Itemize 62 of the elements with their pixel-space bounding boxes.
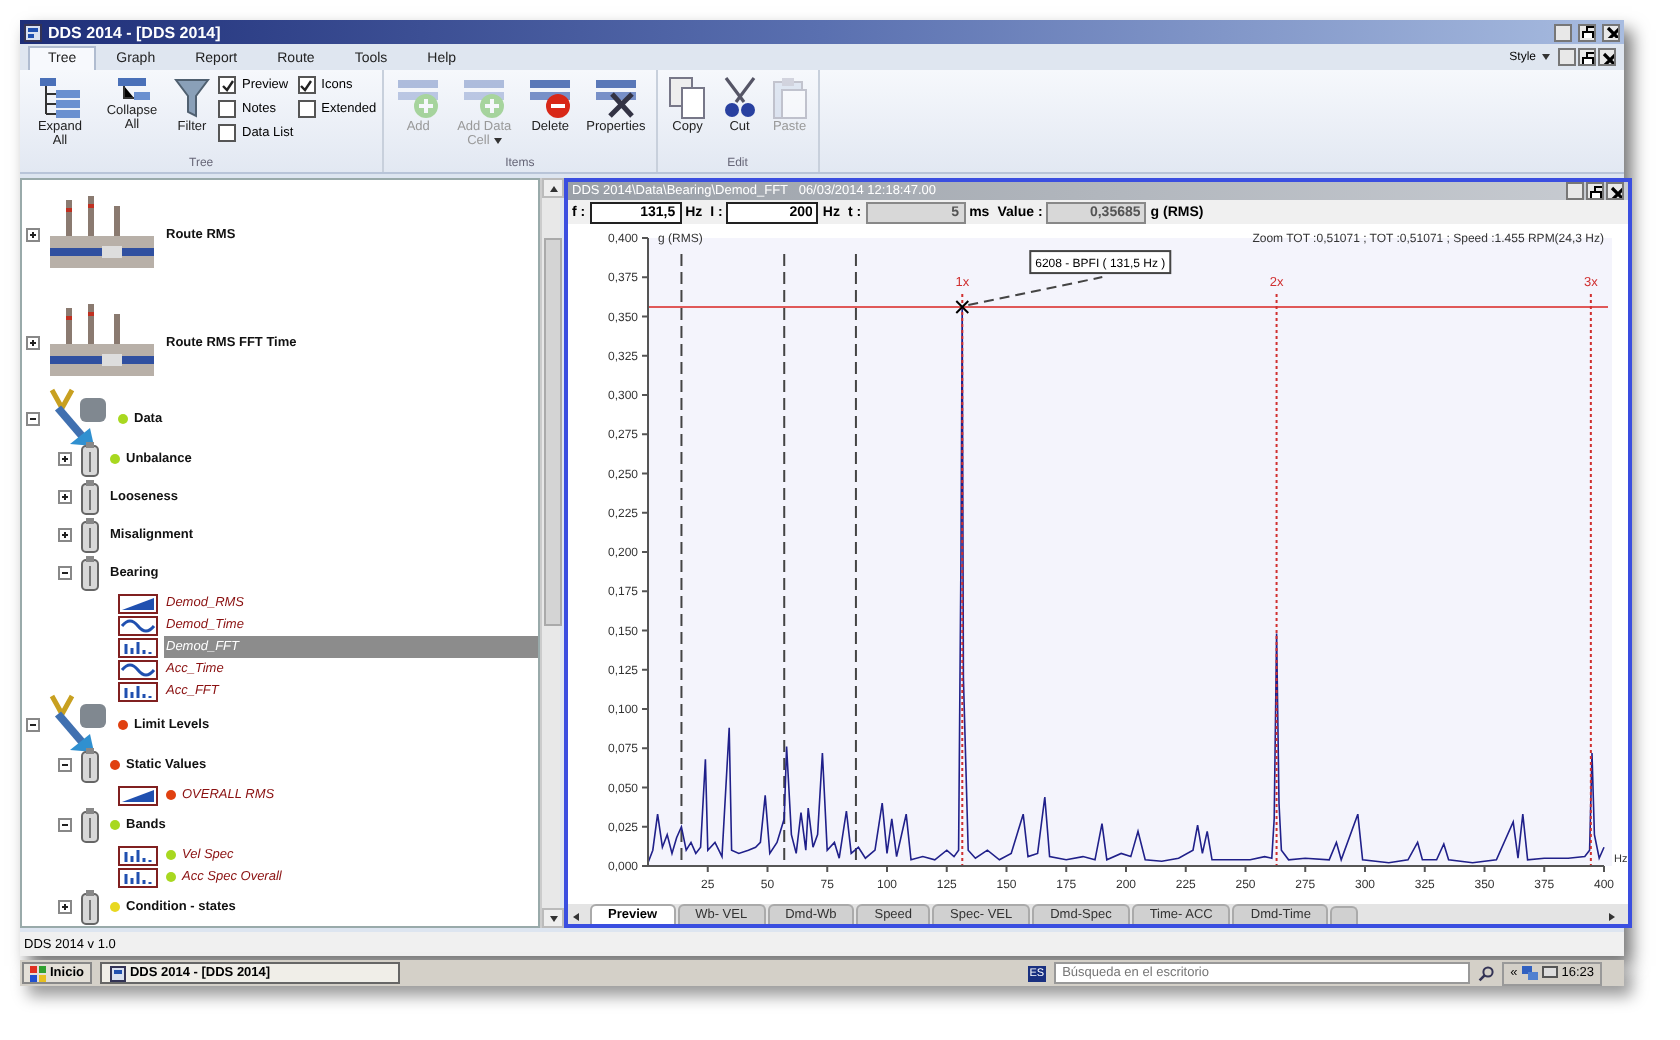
plus-icon[interactable]: [58, 528, 72, 542]
copy-icon: [667, 76, 708, 120]
plus-icon[interactable]: [26, 227, 40, 241]
minimize-button[interactable]: [1566, 182, 1584, 201]
spectrum-icon: [118, 681, 158, 701]
factory-icon: [46, 304, 158, 380]
sensor-icon: [78, 441, 102, 477]
caret-icon: [493, 137, 502, 144]
spectrum-icon: [118, 867, 158, 887]
sensor-icon: [78, 479, 102, 515]
app-icon: [109, 965, 126, 981]
cursor-marker-icon: [955, 300, 970, 315]
machine-icon: [46, 388, 110, 448]
plus-icon[interactable]: [58, 490, 72, 504]
scissors-icon: [719, 76, 760, 120]
search-icon[interactable]: [1478, 965, 1495, 981]
restore-button[interactable]: [1578, 48, 1596, 66]
sensor-icon: [78, 555, 102, 591]
tools-icon: [591, 76, 640, 120]
minus-icon[interactable]: [26, 717, 40, 731]
waveform-icon: [118, 615, 158, 635]
clipboard-icon: [771, 76, 808, 120]
spectrum-icon: [118, 637, 158, 657]
trend-chart-icon: [118, 593, 158, 613]
plus-icon[interactable]: [58, 452, 72, 466]
funnel-icon: [174, 76, 210, 120]
sensor-icon: [78, 807, 102, 843]
trend-chart-icon: [118, 785, 158, 805]
minus-icon[interactable]: [26, 411, 40, 425]
scrollbar[interactable]: [540, 178, 560, 928]
window-title: DDS 2014 - [DDS 2014]: [48, 23, 223, 41]
minus-icon[interactable]: [58, 566, 72, 580]
restore-button[interactable]: [1578, 23, 1596, 41]
tree-list-icon: [38, 76, 82, 120]
checkbox[interactable]: [218, 124, 236, 142]
network-icon[interactable]: [1521, 966, 1538, 980]
plus-icon[interactable]: [58, 900, 72, 914]
sensor-icon: [78, 889, 102, 925]
delete-icon: [526, 76, 575, 120]
minus-icon[interactable]: [58, 818, 72, 832]
new-tab-button[interactable]: [1330, 906, 1359, 925]
checkbox[interactable]: [218, 76, 236, 94]
restore-button[interactable]: [1586, 182, 1604, 201]
leader-line: [967, 276, 1104, 307]
close-button[interactable]: [1598, 48, 1616, 66]
checkbox[interactable]: [297, 76, 316, 94]
factory-icon: [46, 196, 158, 272]
add-icon: [460, 76, 509, 120]
sensor-icon: [78, 747, 102, 783]
spectrum-icon: [118, 845, 158, 865]
close-button[interactable]: [1602, 23, 1620, 41]
waveform-icon: [118, 659, 158, 679]
add-icon: [394, 76, 443, 120]
checkbox[interactable]: [218, 100, 236, 118]
minus-icon[interactable]: [58, 758, 72, 772]
plus-icon[interactable]: [26, 335, 40, 349]
machine-icon: [46, 694, 110, 754]
monitor-icon[interactable]: [1541, 966, 1558, 980]
close-button[interactable]: [1606, 182, 1624, 201]
sensor-icon: [78, 517, 102, 553]
windows-logo-icon: [30, 965, 46, 981]
checkbox[interactable]: [297, 100, 316, 118]
